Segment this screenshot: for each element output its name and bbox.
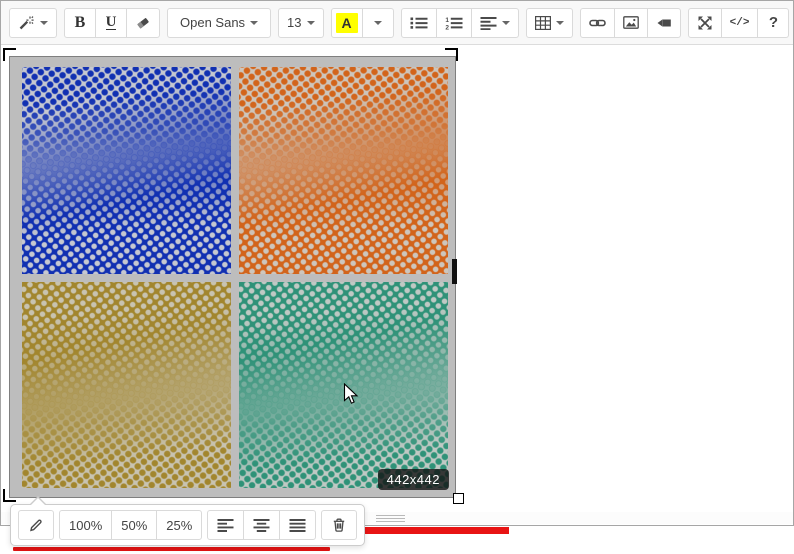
style-dropdown-button[interactable] bbox=[9, 8, 57, 38]
font-color-button[interactable]: A bbox=[331, 8, 363, 38]
font-color-swatch: A bbox=[336, 13, 358, 33]
float-left-button[interactable] bbox=[207, 510, 244, 540]
popover-align-group bbox=[207, 510, 316, 540]
picture-icon bbox=[623, 15, 639, 30]
bold-button[interactable]: B bbox=[64, 8, 96, 38]
magic-wand-icon bbox=[18, 15, 35, 31]
unordered-list-icon bbox=[410, 16, 428, 30]
insert-group bbox=[580, 8, 681, 38]
font-style-group: B U bbox=[64, 8, 160, 38]
underline-button[interactable]: U bbox=[95, 8, 127, 38]
selection-corner-top-left bbox=[3, 48, 16, 61]
pencil-icon bbox=[28, 517, 44, 533]
svg-text:2: 2 bbox=[445, 24, 449, 29]
mouse-cursor-icon bbox=[343, 383, 359, 405]
image-popover: 100% 50% 25% bbox=[10, 504, 365, 546]
font-size-value: 13 bbox=[287, 15, 301, 30]
link-button[interactable] bbox=[580, 8, 615, 38]
chevron-down-icon bbox=[374, 21, 382, 25]
table-dropdown[interactable] bbox=[526, 8, 573, 38]
font-family-group: Open Sans bbox=[167, 8, 271, 38]
font-size-group: 13 bbox=[278, 8, 323, 38]
popover-remove-group bbox=[321, 510, 357, 540]
image-quadrant-gold bbox=[22, 282, 231, 489]
annotation-underline bbox=[13, 547, 330, 551]
fullscreen-button[interactable] bbox=[688, 8, 722, 38]
codeview-button[interactable]: </> bbox=[721, 8, 759, 38]
font-family-value: Open Sans bbox=[180, 15, 245, 30]
inserted-image[interactable]: 442x442 bbox=[9, 56, 456, 498]
fullscreen-icon bbox=[697, 15, 713, 31]
video-icon bbox=[656, 15, 672, 31]
paragraph-align-icon bbox=[480, 16, 497, 30]
selection-corner-top-right bbox=[445, 48, 458, 61]
popover-size-group: 100% 50% 25% bbox=[59, 510, 202, 540]
image-size-badge: 442x442 bbox=[378, 469, 449, 490]
remove-image-button[interactable] bbox=[321, 510, 357, 540]
table-group bbox=[526, 8, 573, 38]
popover-arrow bbox=[29, 496, 47, 505]
text-caret bbox=[452, 259, 457, 284]
editor-toolbar: B U Open Sans bbox=[1, 1, 793, 45]
chevron-down-icon bbox=[250, 21, 258, 25]
page: B U Open Sans bbox=[0, 0, 794, 554]
trash-icon bbox=[331, 517, 347, 533]
bold-label: B bbox=[75, 14, 86, 32]
align-left-icon bbox=[217, 518, 234, 532]
resize-25-button[interactable]: 25% bbox=[156, 510, 202, 540]
align-justify-icon bbox=[289, 518, 306, 532]
font-size-dropdown[interactable]: 13 bbox=[278, 8, 323, 38]
svg-text:1: 1 bbox=[445, 17, 449, 24]
help-label: ? bbox=[769, 14, 778, 31]
chevron-down-icon bbox=[307, 21, 315, 25]
video-button[interactable] bbox=[647, 8, 681, 38]
table-icon bbox=[535, 16, 551, 30]
paragraph-group: 12 bbox=[401, 8, 519, 38]
chevron-down-icon bbox=[502, 21, 510, 25]
image-quadrant-blue bbox=[22, 67, 231, 274]
chevron-down-icon bbox=[40, 21, 48, 25]
clear-format-button[interactable] bbox=[126, 8, 160, 38]
editing-area[interactable]: 442x442 bbox=[1, 45, 793, 512]
font-color-group: A bbox=[331, 8, 394, 38]
paragraph-style-dropdown[interactable] bbox=[471, 8, 519, 38]
edit-image-button[interactable] bbox=[18, 510, 54, 540]
font-family-dropdown[interactable]: Open Sans bbox=[167, 8, 271, 38]
ordered-list-icon: 12 bbox=[445, 16, 463, 30]
popover-edit-group bbox=[18, 510, 54, 540]
underline-label: U bbox=[106, 15, 117, 30]
float-center-button[interactable] bbox=[243, 510, 280, 540]
view-group: </> ? bbox=[688, 8, 790, 38]
codeview-label: </> bbox=[730, 17, 750, 29]
chevron-down-icon bbox=[556, 21, 564, 25]
image-quadrant-orange bbox=[239, 67, 448, 274]
float-none-button[interactable] bbox=[279, 510, 316, 540]
help-button[interactable]: ? bbox=[757, 8, 789, 38]
resize-50-button[interactable]: 50% bbox=[111, 510, 157, 540]
unordered-list-button[interactable] bbox=[401, 8, 437, 38]
eraser-icon bbox=[135, 15, 151, 31]
ordered-list-button[interactable]: 12 bbox=[436, 8, 472, 38]
selection-corner-bottom-left bbox=[3, 489, 16, 502]
resize-100-button[interactable]: 100% bbox=[59, 510, 112, 540]
font-color-dropdown[interactable] bbox=[362, 8, 394, 38]
picture-button[interactable] bbox=[614, 8, 648, 38]
rich-text-editor: B U Open Sans bbox=[0, 0, 794, 526]
style-group bbox=[9, 8, 57, 38]
link-icon bbox=[589, 15, 606, 31]
resize-handle-bottom-right[interactable] bbox=[453, 493, 464, 504]
align-center-icon bbox=[253, 518, 270, 532]
